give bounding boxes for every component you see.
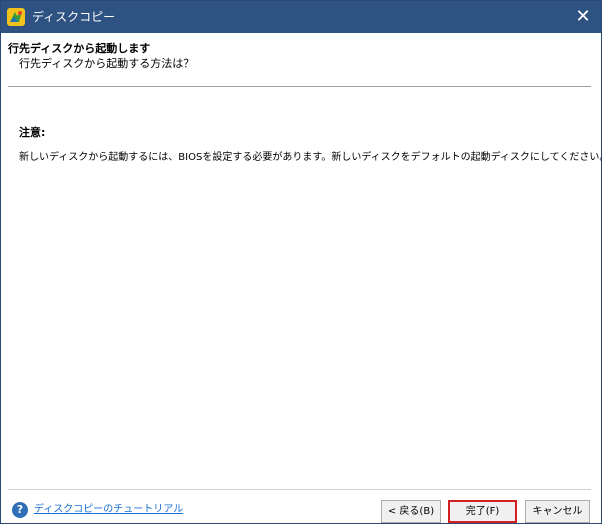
page-title: 行先ディスクから起動します — [8, 42, 151, 55]
help-icon[interactable]: ? — [12, 502, 28, 518]
wizard-footer: ? ディスクコピーのチュートリアル < 戻る(B) 完了(F) キャンセル — [1, 490, 601, 524]
page-subtitle: 行先ディスクから起動する方法は？ — [19, 57, 195, 70]
wizard-header: 行先ディスクから起動します 行先ディスクから起動する方法は？ — [1, 33, 601, 87]
tutorial-link[interactable]: ディスクコピーのチュートリアル — [34, 503, 183, 517]
notice-label: 注意: — [19, 126, 46, 139]
window-title: ディスクコピー — [32, 10, 116, 24]
title-bar[interactable]: ディスクコピー ✕ — [1, 1, 601, 33]
cancel-button[interactable]: キャンセル — [525, 500, 590, 523]
close-icon: ✕ — [575, 6, 591, 27]
notice-text: 新しいディスクから起動するには、BIOSを設定する必要があります。新しいディスク… — [19, 152, 602, 163]
back-button[interactable]: < 戻る(B) — [381, 500, 441, 523]
wizard-content: 注意: 新しいディスクから起動するには、BIOSを設定する必要があります。新しい… — [1, 87, 602, 487]
disk-copy-dialog: ディスクコピー ✕ 行先ディスクから起動します 行先ディスクから起動する方法は？… — [0, 0, 602, 524]
app-logo-icon — [7, 8, 25, 26]
close-button[interactable]: ✕ — [573, 6, 593, 28]
finish-button[interactable]: 完了(F) — [448, 500, 517, 523]
